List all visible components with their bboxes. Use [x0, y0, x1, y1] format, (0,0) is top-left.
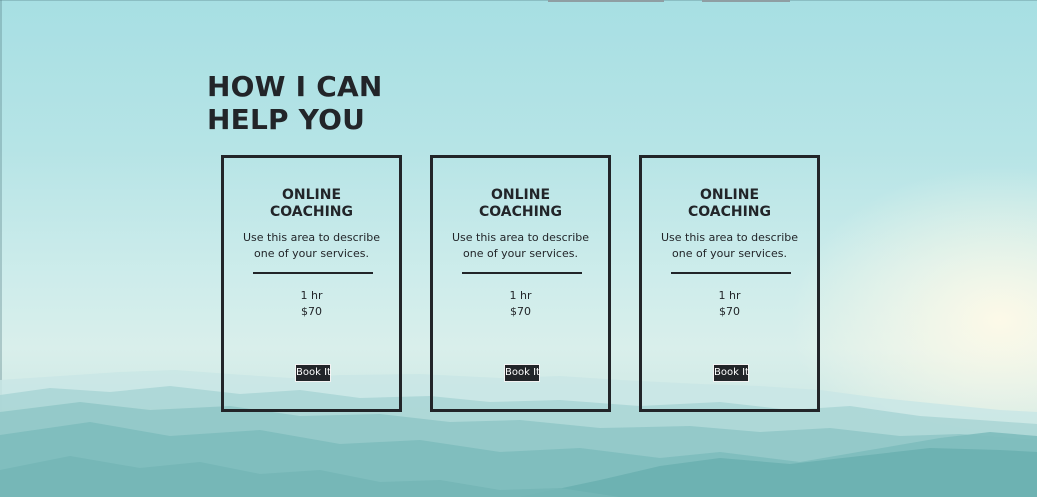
- service-duration: 1 hr: [718, 289, 741, 302]
- service-card: ONLINE COACHING Use this area to describ…: [639, 155, 820, 412]
- book-it-button[interactable]: Book It: [713, 364, 749, 382]
- service-title: ONLINE COACHING: [478, 187, 563, 220]
- service-price: $70: [301, 305, 322, 318]
- service-description: Use this area to describe one of your se…: [242, 231, 381, 260]
- service-title: ONLINE COACHING: [269, 187, 354, 220]
- service-card: ONLINE COACHING Use this area to describ…: [430, 155, 611, 412]
- service-duration: 1 hr: [300, 289, 323, 302]
- window-frame-top: [0, 0, 1037, 1]
- service-card: ONLINE COACHING Use this area to describ…: [221, 155, 402, 412]
- top-nav-strip: [548, 0, 664, 2]
- divider: [671, 272, 791, 274]
- service-description: Use this area to describe one of your se…: [451, 231, 590, 260]
- book-it-button[interactable]: Book It: [504, 364, 540, 382]
- service-duration: 1 hr: [509, 289, 532, 302]
- service-description: Use this area to describe one of your se…: [660, 231, 799, 260]
- service-price: $70: [719, 305, 740, 318]
- divider: [253, 272, 373, 274]
- service-price: $70: [510, 305, 531, 318]
- page-title: HOW I CAN HELP YOU: [207, 70, 383, 136]
- book-it-button[interactable]: Book It: [295, 364, 331, 382]
- top-nav-strip: [702, 0, 790, 2]
- service-title: ONLINE COACHING: [687, 187, 772, 220]
- divider: [462, 272, 582, 274]
